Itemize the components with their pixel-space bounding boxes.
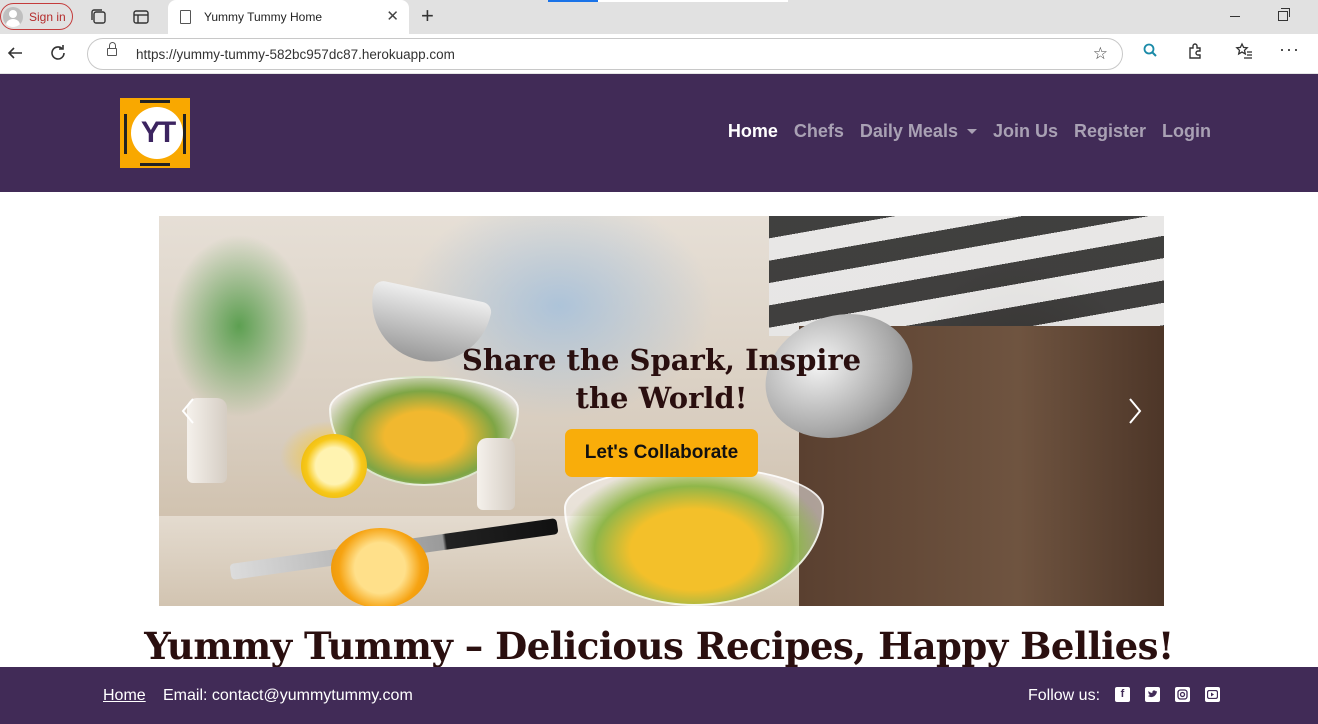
site-footer: Home Email: contact@yummytummy.com Follo… (0, 667, 1318, 724)
follow-us-label: Follow us: (1028, 687, 1101, 704)
tab-title: Yummy Tummy Home (204, 10, 323, 24)
more-options-icon[interactable]: ··· (1279, 39, 1300, 60)
twitter-icon[interactable] (1145, 687, 1160, 702)
youtube-icon[interactable] (1205, 687, 1220, 702)
close-tab-icon[interactable]: ✕ (386, 9, 399, 25)
nav-chefs[interactable]: Chefs (794, 121, 844, 142)
address-bar[interactable]: https://yummy-tummy-582bc957dc87.herokua… (87, 38, 1123, 70)
extensions-icon[interactable] (1186, 42, 1204, 65)
collections-icon[interactable] (90, 8, 108, 26)
loading-indicator (548, 0, 598, 2)
hero-carousel: Share the Spark, Inspire the World! Let'… (159, 216, 1164, 606)
favorites-icon[interactable] (1235, 42, 1253, 65)
hero-photo-orange (331, 528, 429, 606)
page-icon (180, 10, 191, 24)
refresh-icon[interactable] (49, 44, 67, 65)
sign-in-button[interactable]: Sign in (0, 3, 73, 30)
hero-caption: Share the Spark, Inspire the World! Let'… (159, 341, 1164, 477)
browser-toolbar: https://yummy-tummy-582bc957dc87.herokua… (0, 34, 1318, 74)
nav-home[interactable]: Home (728, 121, 778, 142)
instagram-icon[interactable] (1175, 687, 1190, 702)
logo-spoon-shape (140, 100, 170, 103)
facebook-icon[interactable]: f (1115, 687, 1130, 702)
main-menu: Home Chefs Daily Meals Join Us Register … (728, 121, 1211, 142)
browser-tab-active[interactable]: Yummy Tummy Home ✕ (168, 0, 409, 34)
collaborate-button[interactable]: Let's Collaborate (564, 429, 759, 477)
hero-heading: Share the Spark, Inspire the World! (461, 343, 862, 415)
logo-band-shape (140, 163, 170, 166)
url-text: https://yummy-tummy-582bc957dc87.herokua… (136, 46, 455, 62)
page-title: Yummy Tummy – Delicious Recipes, Happy B… (144, 624, 1174, 668)
nav-daily-meals[interactable]: Daily Meals (860, 121, 977, 142)
lock-icon[interactable] (107, 42, 117, 56)
search-icon[interactable] (1142, 42, 1159, 64)
new-tab-icon[interactable]: + (421, 5, 434, 27)
browser-tab-bar: Sign in Yummy Tummy Home ✕ + (0, 0, 1318, 34)
tab-actions-icon[interactable] (132, 8, 150, 26)
logo-knife-shape (183, 114, 186, 154)
nav-daily-meals-label: Daily Meals (859, 121, 958, 141)
chevron-down-icon (966, 129, 977, 134)
restore-icon[interactable] (1278, 8, 1290, 21)
logo-fork-shape (124, 114, 127, 154)
minimize-icon[interactable] (1230, 16, 1240, 17)
logo-text: YT (131, 107, 183, 159)
favorite-star-icon[interactable]: ☆ (1093, 44, 1108, 64)
footer-email: Email: contact@yummytummy.com (163, 687, 413, 704)
back-arrow-icon[interactable] (6, 44, 24, 65)
site-navbar: YT Home Chefs Daily Meals Join Us Regist… (0, 74, 1318, 192)
footer-home-link[interactable]: Home (103, 687, 146, 705)
sign-in-label: Sign in (29, 9, 66, 24)
nav-register[interactable]: Register (1074, 121, 1146, 142)
loading-track (598, 0, 788, 2)
nav-login[interactable]: Login (1162, 121, 1211, 142)
profile-avatar-icon (3, 6, 23, 27)
site-logo[interactable]: YT (120, 98, 190, 168)
nav-join-us[interactable]: Join Us (993, 121, 1058, 142)
